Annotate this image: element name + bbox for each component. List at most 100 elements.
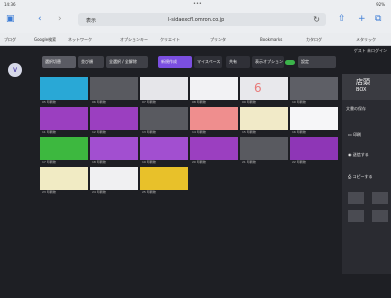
thumbnail-tile[interactable]: 20 印刷物 xyxy=(190,137,238,165)
thumbnail-tile[interactable]: 06 印刷物 xyxy=(90,77,138,105)
thumbnail-preview xyxy=(290,77,338,100)
thumbnail-preview xyxy=(40,167,88,190)
url-text: l-sidaexcfl.omron.co.jp xyxy=(168,17,225,23)
toolbar-select-all-button[interactable]: 全選択 / 全解除 xyxy=(106,56,148,68)
thumbnail-tile[interactable]: 19 印刷物 xyxy=(140,137,188,165)
thumbnail-footer: 21 印刷物 xyxy=(242,160,256,164)
bookmark-item[interactable]: Bookmarks xyxy=(260,37,282,42)
thumbnail-preview xyxy=(240,137,288,160)
bookmarks-bar: ブログ Google検索 ネットワーク オプションキー クリエイト プリンタ B… xyxy=(0,33,391,46)
new-tab-icon[interactable]: + xyxy=(358,14,366,24)
thumbnail-tile[interactable]: 16 印刷物 xyxy=(290,107,338,135)
store-box-sub: BOX xyxy=(356,87,367,93)
share-icon[interactable]: ⇧ xyxy=(338,14,346,24)
toolbar-share-button[interactable]: 共有 xyxy=(226,56,250,68)
copy-button[interactable]: ⎙ コピーする xyxy=(348,170,390,184)
thumbnail-preview xyxy=(40,137,88,160)
bookmark-item[interactable]: オプションキー xyxy=(120,37,148,43)
thumbnail-footer: 18 印刷物 xyxy=(92,160,106,164)
send-button[interactable]: ◉ 送信する xyxy=(348,148,390,162)
aa-button[interactable]: 表示 xyxy=(86,17,96,24)
thumbnail-preview xyxy=(140,77,188,100)
store-box-button[interactable]: 店頭 BOX xyxy=(342,74,391,100)
thumbnail-tile[interactable]: 25 印刷物 xyxy=(140,167,188,195)
thumbnail-footer: 25 印刷物 xyxy=(142,190,156,194)
thumbnail-tile[interactable]: 6 09 印刷物 xyxy=(240,77,288,105)
bookmark-item[interactable]: Google検索 xyxy=(34,37,56,43)
thumbnail-tile[interactable]: 11 印刷物 xyxy=(40,107,88,135)
bookmark-item[interactable]: カタログ xyxy=(306,37,322,43)
toolbar-settings-dropdown[interactable]: 設定 xyxy=(298,56,336,68)
toolbar-myspace-button[interactable]: マイスペース xyxy=(194,56,222,68)
thumbnail-preview xyxy=(140,107,188,130)
thumbnail-preview xyxy=(40,107,88,130)
thumbnail-footer: 05 印刷物 xyxy=(42,100,56,104)
user-label[interactable]: ゲスト 未ログイン xyxy=(354,48,387,54)
thumbnail-footer: 20 印刷物 xyxy=(192,160,206,164)
thumbnail-preview xyxy=(290,107,338,130)
tabs-icon[interactable]: ⧉ xyxy=(375,14,381,24)
thumbnail-preview xyxy=(240,77,288,100)
layout-button[interactable] xyxy=(348,210,364,222)
thumbnail-tile[interactable]: 24 印刷物 xyxy=(90,167,138,195)
thumbnail-preview xyxy=(40,77,88,100)
thumbnail-tile[interactable]: 12 印刷物 xyxy=(90,107,138,135)
thumbnail-footer: 09 印刷物 xyxy=(242,100,256,104)
toolbar-new-button[interactable]: 新規作成 xyxy=(158,56,192,68)
thumbnail-tile[interactable]: 07 印刷物 xyxy=(140,77,188,105)
status-dots: ••• xyxy=(193,1,202,7)
back-icon[interactable]: ‹ xyxy=(38,14,42,24)
bookmark-item[interactable]: プリンタ xyxy=(210,37,226,43)
logo-icon[interactable]: ∨ xyxy=(8,63,22,77)
thumbnail-footer: 12 印刷物 xyxy=(92,130,106,134)
copy-label: コピーする xyxy=(352,174,373,179)
thumbnail-footer: 16 印刷物 xyxy=(292,130,306,134)
bookmark-item[interactable]: ネットワーク xyxy=(68,37,92,43)
sidebar-icon[interactable]: ▣ xyxy=(6,14,15,24)
thumbnail-preview xyxy=(140,137,188,160)
print-button[interactable]: ▭ 印刷 xyxy=(348,128,390,142)
reload-icon[interactable]: ↻ xyxy=(313,15,320,24)
thumbnail-footer: 11 印刷物 xyxy=(42,130,56,134)
thumbnail-tile[interactable]: 15 印刷物 xyxy=(240,107,288,135)
url-bar[interactable]: 表示 l-sidaexcfl.omron.co.jp ↻ xyxy=(78,13,326,26)
thumbnail-preview xyxy=(190,77,238,100)
thumbnail-tile[interactable]: 14 印刷物 xyxy=(190,107,238,135)
thumbnail-footer: 14 印刷物 xyxy=(192,130,206,134)
thumbnail-preview xyxy=(290,137,338,160)
thumbnail-tile[interactable]: 21 印刷物 xyxy=(240,137,288,165)
store-box-label: 店頭 xyxy=(356,78,370,86)
thumbnail-tile[interactable]: 18 印刷物 xyxy=(90,137,138,165)
right-panel: 店頭 BOX 文書の保存 ▭ 印刷 ◉ 送信する ⎙ コピーする xyxy=(342,74,391,274)
send-label: 送信する xyxy=(352,152,369,157)
thumbnail-tile[interactable]: 17 印刷物 xyxy=(40,137,88,165)
app-area: ∨ ゲスト 未ログイン 選択切替 並び順 全選択 / 全解除 新規作成 マイスペ… xyxy=(0,46,391,298)
toolbar-sort-dropdown[interactable]: 並び順 xyxy=(78,56,104,68)
print-label: 印刷 xyxy=(353,132,362,137)
thumbnail-tile[interactable]: 23 印刷物 xyxy=(40,167,88,195)
thumbnail-preview xyxy=(240,107,288,130)
save-doc-label: 文書の保存 xyxy=(346,106,366,111)
options-toggle[interactable] xyxy=(285,60,295,65)
battery-level: 92% xyxy=(376,2,385,7)
bookmark-item[interactable]: ブログ xyxy=(4,37,16,43)
thumbnail-tile[interactable]: 22 印刷物 xyxy=(290,137,338,165)
thumbnail-text: 6 xyxy=(254,81,262,95)
status-bar: 14:36 ••• 92% xyxy=(0,0,391,9)
layout-button[interactable] xyxy=(372,210,388,222)
thumbnail-preview xyxy=(90,77,138,100)
thumbnail-tile[interactable]: 10 印刷物 xyxy=(290,77,338,105)
thumbnail-footer: 10 印刷物 xyxy=(292,100,306,104)
bookmark-item[interactable]: メタリック xyxy=(356,37,376,43)
thumbnail-preview xyxy=(90,107,138,130)
thumbnail-tile[interactable]: 08 印刷物 xyxy=(190,77,238,105)
thumbnail-preview xyxy=(90,167,138,190)
thumbnail-footer: 07 印刷物 xyxy=(142,100,156,104)
layout-button[interactable] xyxy=(348,192,364,204)
bookmark-item[interactable]: クリエイト xyxy=(160,37,180,43)
thumbnail-tile[interactable]: 05 印刷物 xyxy=(40,77,88,105)
forward-icon[interactable]: › xyxy=(58,14,62,24)
thumbnail-tile[interactable]: 13 印刷物 xyxy=(140,107,188,135)
toolbar-select-button[interactable]: 選択切替 xyxy=(42,56,76,68)
layout-button[interactable] xyxy=(372,192,388,204)
